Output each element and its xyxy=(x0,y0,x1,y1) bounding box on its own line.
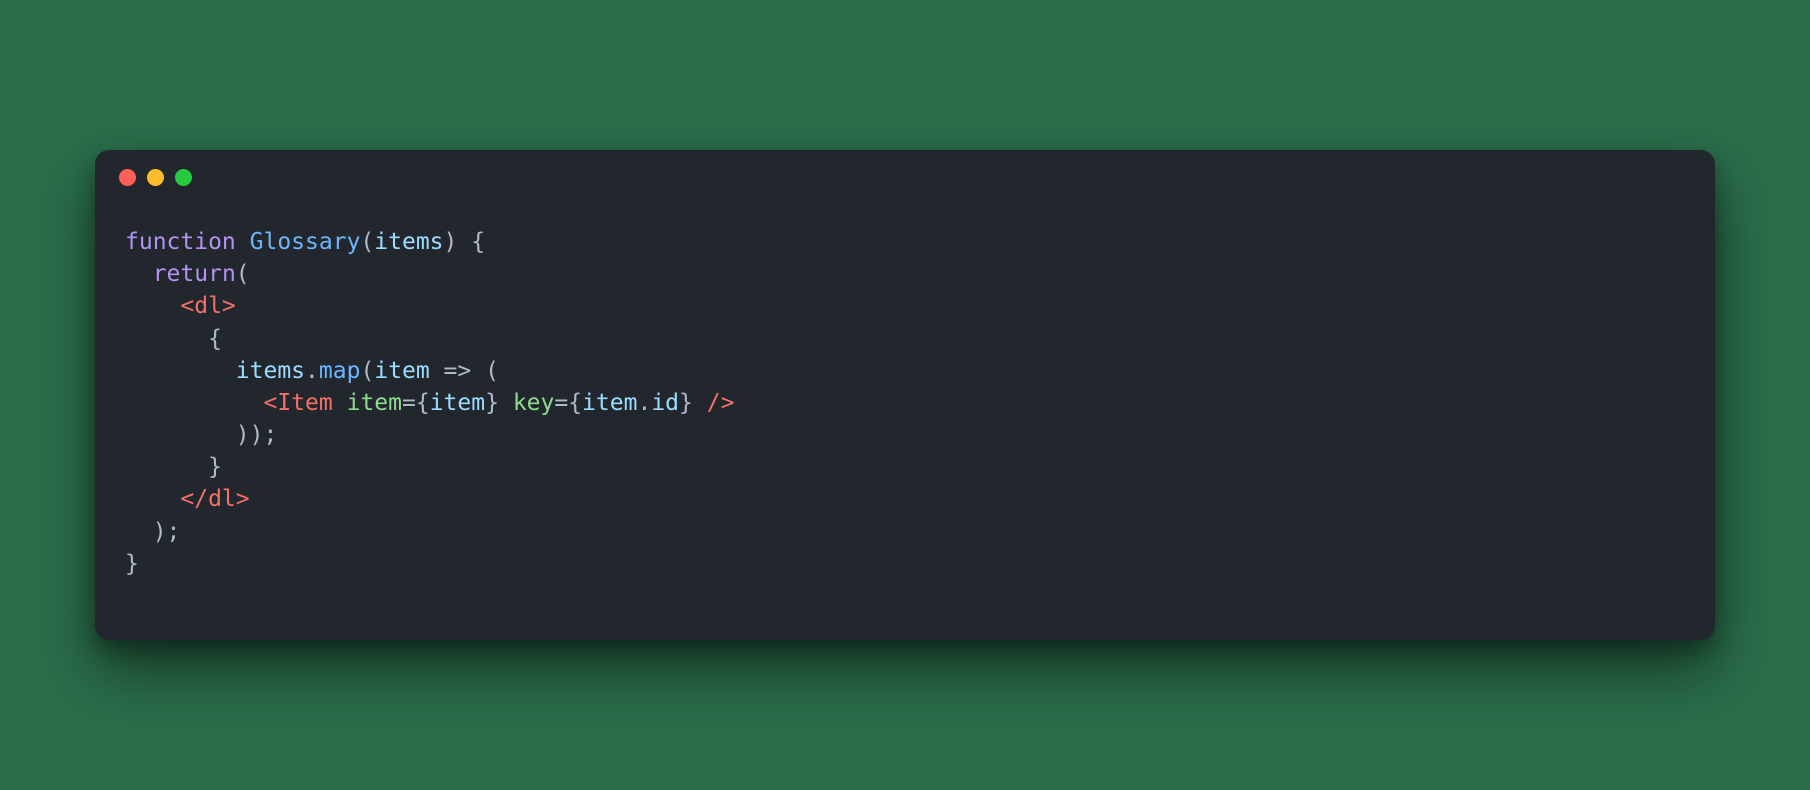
close-icon[interactable] xyxy=(119,169,136,186)
minimize-icon[interactable] xyxy=(147,169,164,186)
jsx-attr-key: key xyxy=(513,390,555,416)
jsx-attr-item: item xyxy=(347,390,402,416)
function-name: Glossary xyxy=(250,229,361,255)
param-items: items xyxy=(374,229,443,255)
param-item: item xyxy=(374,358,429,384)
maximize-icon[interactable] xyxy=(175,169,192,186)
keyword-function: function xyxy=(125,229,236,255)
method-map: map xyxy=(319,358,361,384)
jsx-tag-dl-open: <dl> xyxy=(180,293,235,319)
code-block: function Glossary(items) { return( <dl> … xyxy=(95,206,1715,580)
jsx-tag-dl-close: </dl> xyxy=(180,486,249,512)
var-items: items xyxy=(236,358,305,384)
window-titlebar xyxy=(95,150,1715,206)
keyword-return: return xyxy=(153,261,236,287)
jsx-component-item: Item xyxy=(277,390,332,416)
code-window: function Glossary(items) { return( <dl> … xyxy=(95,150,1715,640)
